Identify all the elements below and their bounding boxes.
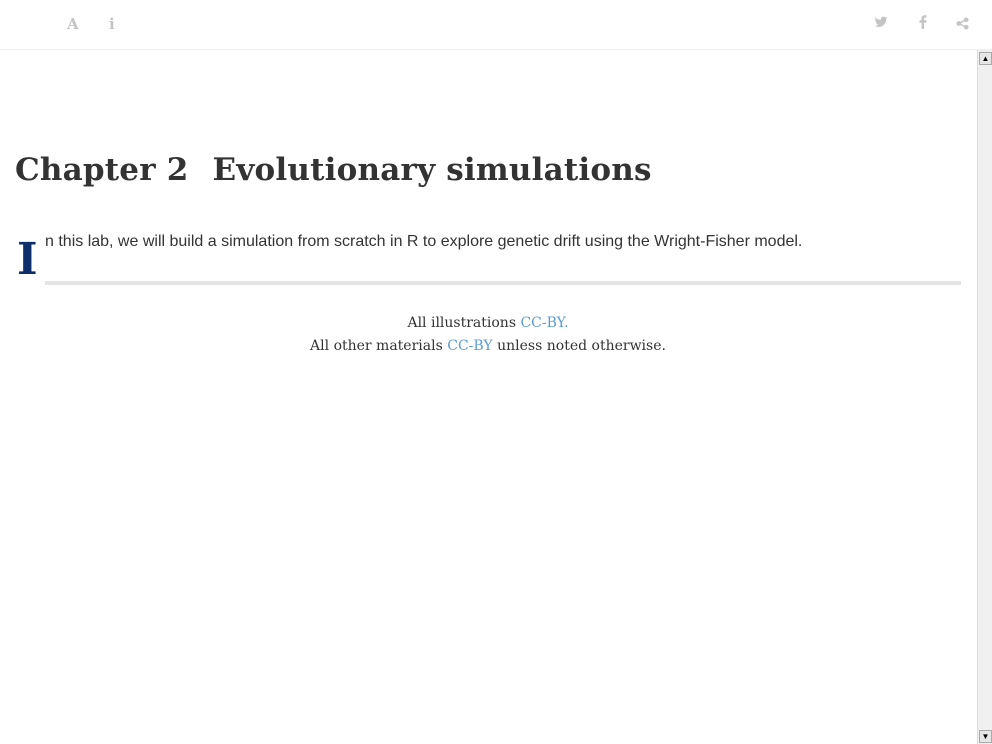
scroll-up-button[interactable]: ▲: [979, 52, 992, 65]
top-toolbar: A i: [0, 0, 992, 50]
facebook-icon[interactable]: [918, 15, 928, 35]
vertical-scrollbar[interactable]: ▲ ▼: [977, 50, 992, 744]
twitter-icon[interactable]: [874, 15, 888, 35]
drop-cap: I: [17, 234, 38, 285]
chapter-content: Chapter 2 Evolutionary simulations I n th…: [0, 50, 976, 744]
footer-text: All other materials: [310, 338, 448, 354]
share-icon[interactable]: [956, 16, 969, 36]
chapter-title: Chapter 2 Evolutionary simulations: [15, 152, 652, 188]
cc-by-link[interactable]: CC-BY.: [520, 315, 568, 331]
intro-paragraph: n this lab, we will build a simulation f…: [45, 233, 803, 250]
info-icon[interactable]: i: [109, 14, 115, 34]
chapter-name: Evolutionary simulations: [212, 152, 652, 188]
cc-by-link[interactable]: CC-BY: [447, 338, 492, 354]
chapter-number: Chapter 2: [15, 152, 189, 188]
footer-text: All illustrations: [407, 315, 521, 331]
footer-line-1: All illustrations CC-BY.: [0, 315, 976, 331]
footer-line-2: All other materials CC-BY unless noted o…: [0, 338, 976, 354]
divider: [45, 281, 961, 285]
font-settings-icon[interactable]: A: [67, 14, 79, 34]
footer-text: unless noted otherwise.: [492, 338, 666, 354]
scroll-down-button[interactable]: ▼: [979, 730, 992, 743]
